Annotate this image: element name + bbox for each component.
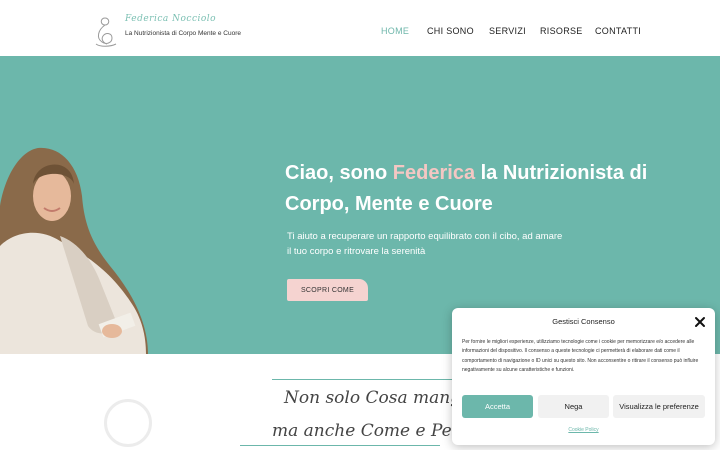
tagline-l2-a: ma anche [272, 421, 361, 441]
nav-contatti[interactable]: CONTATTI [595, 26, 641, 36]
tagline-l2-b: Come [360, 421, 411, 441]
consent-description: Per fornire le migliori esperienze, util… [462, 339, 699, 373]
cookie-consent-dialog: Gestisci Consenso Per fornire le miglior… [452, 308, 715, 445]
nav-servizi[interactable]: SERVIZI [489, 26, 526, 36]
hero-title-highlight: Federica [392, 162, 476, 184]
logo-script-name: Federica Nocciolo [125, 14, 217, 24]
hero-title-start: Ciao, sono [285, 162, 393, 184]
hero-subtitle: Ti aiuto a recuperare un rapporto equili… [287, 231, 563, 257]
nav-risorse[interactable]: RISORSE [540, 26, 583, 36]
view-preferences-button[interactable]: Visualizza le preferenze [613, 395, 705, 418]
main-nav: HOME CHI SONO SERVIZI RISORSE CONTATTI [0, 26, 720, 38]
close-icon[interactable] [694, 316, 706, 328]
divider-line-bottom [240, 445, 440, 446]
nav-home[interactable]: HOME [381, 26, 409, 36]
tagline-l1-a: Non solo [284, 388, 366, 408]
hero-portrait-photo [0, 147, 148, 354]
tagline-line-2: ma anche Come e Perch [272, 421, 480, 441]
nav-chi-sono[interactable]: CHI SONO [427, 26, 474, 36]
deny-button[interactable]: Nega [538, 395, 609, 418]
cookie-policy-link[interactable]: Cookie Policy [452, 427, 715, 433]
accept-button[interactable]: Accetta [462, 395, 533, 418]
decorative-circle [104, 399, 152, 447]
tagline-line-1: Non solo Cosa mangi [284, 388, 467, 408]
divider-line-top [272, 379, 462, 380]
tagline-l2-c: e [410, 421, 431, 441]
site-header: Federica Nocciolo La Nutrizionista di Co… [0, 0, 720, 56]
tagline-l1-b: Cosa [365, 388, 408, 408]
consent-title: Gestisci Consenso [552, 317, 615, 326]
hero-title: Ciao, sono Federica la Nutrizionista di … [285, 158, 665, 220]
discover-how-button[interactable]: SCOPRI COME [287, 279, 368, 301]
